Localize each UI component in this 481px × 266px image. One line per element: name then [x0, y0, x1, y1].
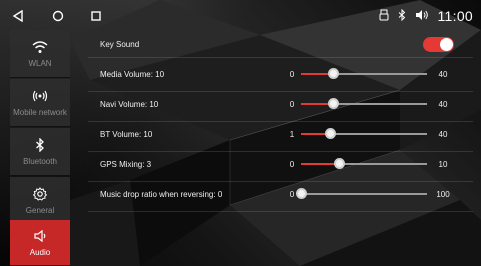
slider-row: Music drop ratio when reversing: 0 0 100 [88, 182, 473, 212]
slider-thumb[interactable] [333, 158, 345, 169]
settings-sidebar: WLAN Mobile network Bluetooth General Au… [10, 30, 70, 266]
slider-min: 0 [289, 100, 295, 109]
slider-max: 100 [436, 190, 450, 199]
slider-max: 40 [438, 100, 448, 109]
sidebar-item-label: General [25, 206, 55, 215]
home-icon[interactable] [50, 8, 66, 24]
slider-row: GPS Mixing: 3 0 10 [88, 152, 473, 182]
toggle-knob [440, 38, 453, 51]
signal-icon [32, 88, 48, 104]
sidebar-item-general[interactable]: General [10, 177, 70, 225]
slider-thumb[interactable] [327, 68, 339, 79]
sidebar-item-label: Audio [29, 248, 51, 257]
slider-thumb[interactable] [325, 128, 337, 139]
slider-min: 1 [289, 130, 295, 139]
audio-settings-panel: Key Sound Media Volume: 10 0 40 Navi Vol… [88, 32, 473, 212]
speaker-icon [32, 228, 48, 244]
slider-thumb[interactable] [327, 98, 339, 109]
slider-label: Navi Volume: 10 [100, 100, 159, 109]
key-sound-row: Key Sound [88, 32, 473, 58]
slider-label: Media Volume: 10 [100, 70, 165, 79]
key-sound-label: Key Sound [100, 40, 140, 49]
slider-min: 0 [289, 160, 295, 169]
slider-row: Navi Volume: 10 0 40 [88, 92, 473, 122]
recents-icon[interactable] [88, 8, 104, 24]
volume-status-icon [415, 9, 429, 24]
sidebar-item-label: Bluetooth [23, 157, 57, 166]
slider-track[interactable] [296, 188, 427, 199]
sidebar-item-mobile-network[interactable]: Mobile network [10, 79, 70, 127]
slider-max: 40 [438, 70, 448, 79]
slider-track[interactable] [301, 158, 427, 169]
slider-thumb[interactable] [296, 188, 307, 199]
wifi-icon [32, 39, 48, 55]
bluetooth-status-icon [398, 8, 406, 24]
slider-track[interactable] [301, 98, 427, 109]
sidebar-item-label: Mobile network [13, 108, 67, 117]
sidebar-item-bluetooth[interactable]: Bluetooth [10, 128, 70, 176]
gear-icon [32, 186, 48, 202]
slider-row: Media Volume: 10 0 40 [88, 62, 473, 92]
slider-label: BT Volume: 10 [100, 130, 153, 139]
slider-label: Music drop ratio when reversing: 0 [100, 190, 223, 199]
key-sound-toggle[interactable] [423, 37, 454, 52]
slider-track[interactable] [301, 128, 427, 139]
sidebar-item-wlan[interactable]: WLAN [10, 30, 70, 78]
slider-max: 40 [438, 130, 448, 139]
clock: 11:00 [437, 8, 473, 24]
slider-row: BT Volume: 10 1 40 [88, 122, 473, 152]
status-bar: 11:00 [0, 0, 481, 32]
back-icon[interactable] [10, 8, 26, 24]
slider-track[interactable] [301, 68, 427, 79]
sidebar-item-label: WLAN [28, 59, 52, 68]
usb-drive-icon [379, 9, 389, 24]
slider-min: 0 [289, 70, 295, 79]
bluetooth-icon [32, 137, 48, 153]
sidebar-item-audio[interactable]: Audio [10, 220, 70, 266]
slider-max: 10 [438, 160, 448, 169]
slider-label: GPS Mixing: 3 [100, 160, 152, 169]
